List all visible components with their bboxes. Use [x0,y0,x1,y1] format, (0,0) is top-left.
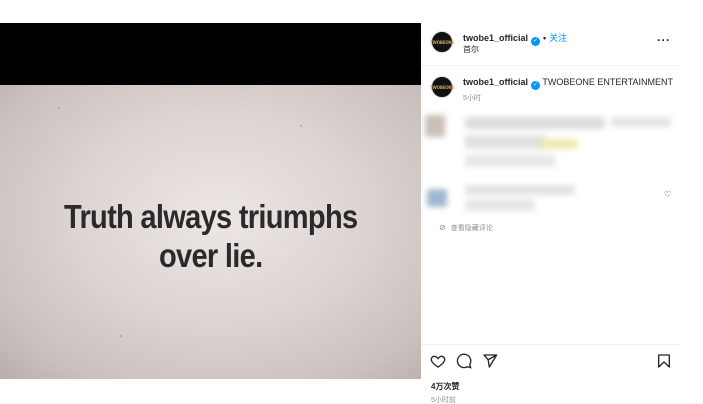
header-divider [421,65,679,66]
avatar[interactable]: TWOBEONE [429,31,455,53]
comment-text-blurred [465,135,545,149]
post-actions: 4万次赞 5小时前 [421,344,679,404]
post-media[interactable]: Truth always triumphs over lie. [0,23,421,379]
author-username[interactable]: twobe1_official [463,33,528,43]
caption-avatar[interactable]: TWOBEONE [429,76,455,98]
separator-dot: • [543,33,547,43]
comment-text-blurred [465,199,535,211]
post-location[interactable]: 首尔 [463,44,479,55]
post-image: Truth always triumphs over lie. [0,85,421,379]
like-count[interactable]: 4万次赞 [431,381,459,392]
verified-badge-icon: ✓ [531,37,541,46]
caption-time[interactable]: 5小时 [463,93,481,103]
heart-icon[interactable] [430,353,446,369]
more-options-icon[interactable]: ··· [657,34,671,46]
caption-text-line: twobe1_official ✓ TWOBEONE ENTERTAINMENT [463,77,673,90]
paper-plane-icon[interactable] [482,353,498,369]
brand-logo-icon: TWOBEONE [429,84,455,90]
comment-avatar[interactable] [425,115,445,137]
hidden-comments-label: 查看隐藏评论 [450,225,493,232]
post-timestamp[interactable]: 5小时前 [431,395,456,404]
post-header: TWOBEONE twobe1_official ✓ • 关注 首尔 ··· [421,23,679,65]
caption-username[interactable]: twobe1_official [463,77,528,87]
brand-logo-icon: TWOBEONE [429,39,455,45]
bookmark-icon[interactable] [656,353,672,369]
post-caption: TWOBEONE twobe1_official ✓ TWOBEONE ENTER… [421,72,679,112]
comment-text-blurred [465,155,555,167]
comment-like-icon[interactable]: ♡ [664,190,671,199]
verified-badge-icon: ✓ [531,81,541,90]
image-headline: Truth always triumphs over lie. [63,198,358,276]
comment-icon[interactable] [456,353,472,369]
caption-text: TWOBEONE ENTERTAINMENT [542,77,674,87]
view-hidden-comments[interactable]: ⊘ 查看隐藏评论 [439,223,493,233]
comment-text-blurred [611,117,671,127]
follow-button[interactable]: 关注 [549,33,567,43]
comment-avatar[interactable] [427,189,447,207]
comment-text-blurred [465,117,605,129]
post-panel: TWOBEONE twobe1_official ✓ • 关注 首尔 ··· TWOB… [421,23,703,404]
eye-slash-icon: ⊘ [439,223,446,232]
headline-line-2: over lie. [158,237,263,274]
comment-text-blurred [465,185,575,195]
comment-text-blurred [541,139,577,149]
headline-line-1: Truth always triumphs [63,198,358,236]
